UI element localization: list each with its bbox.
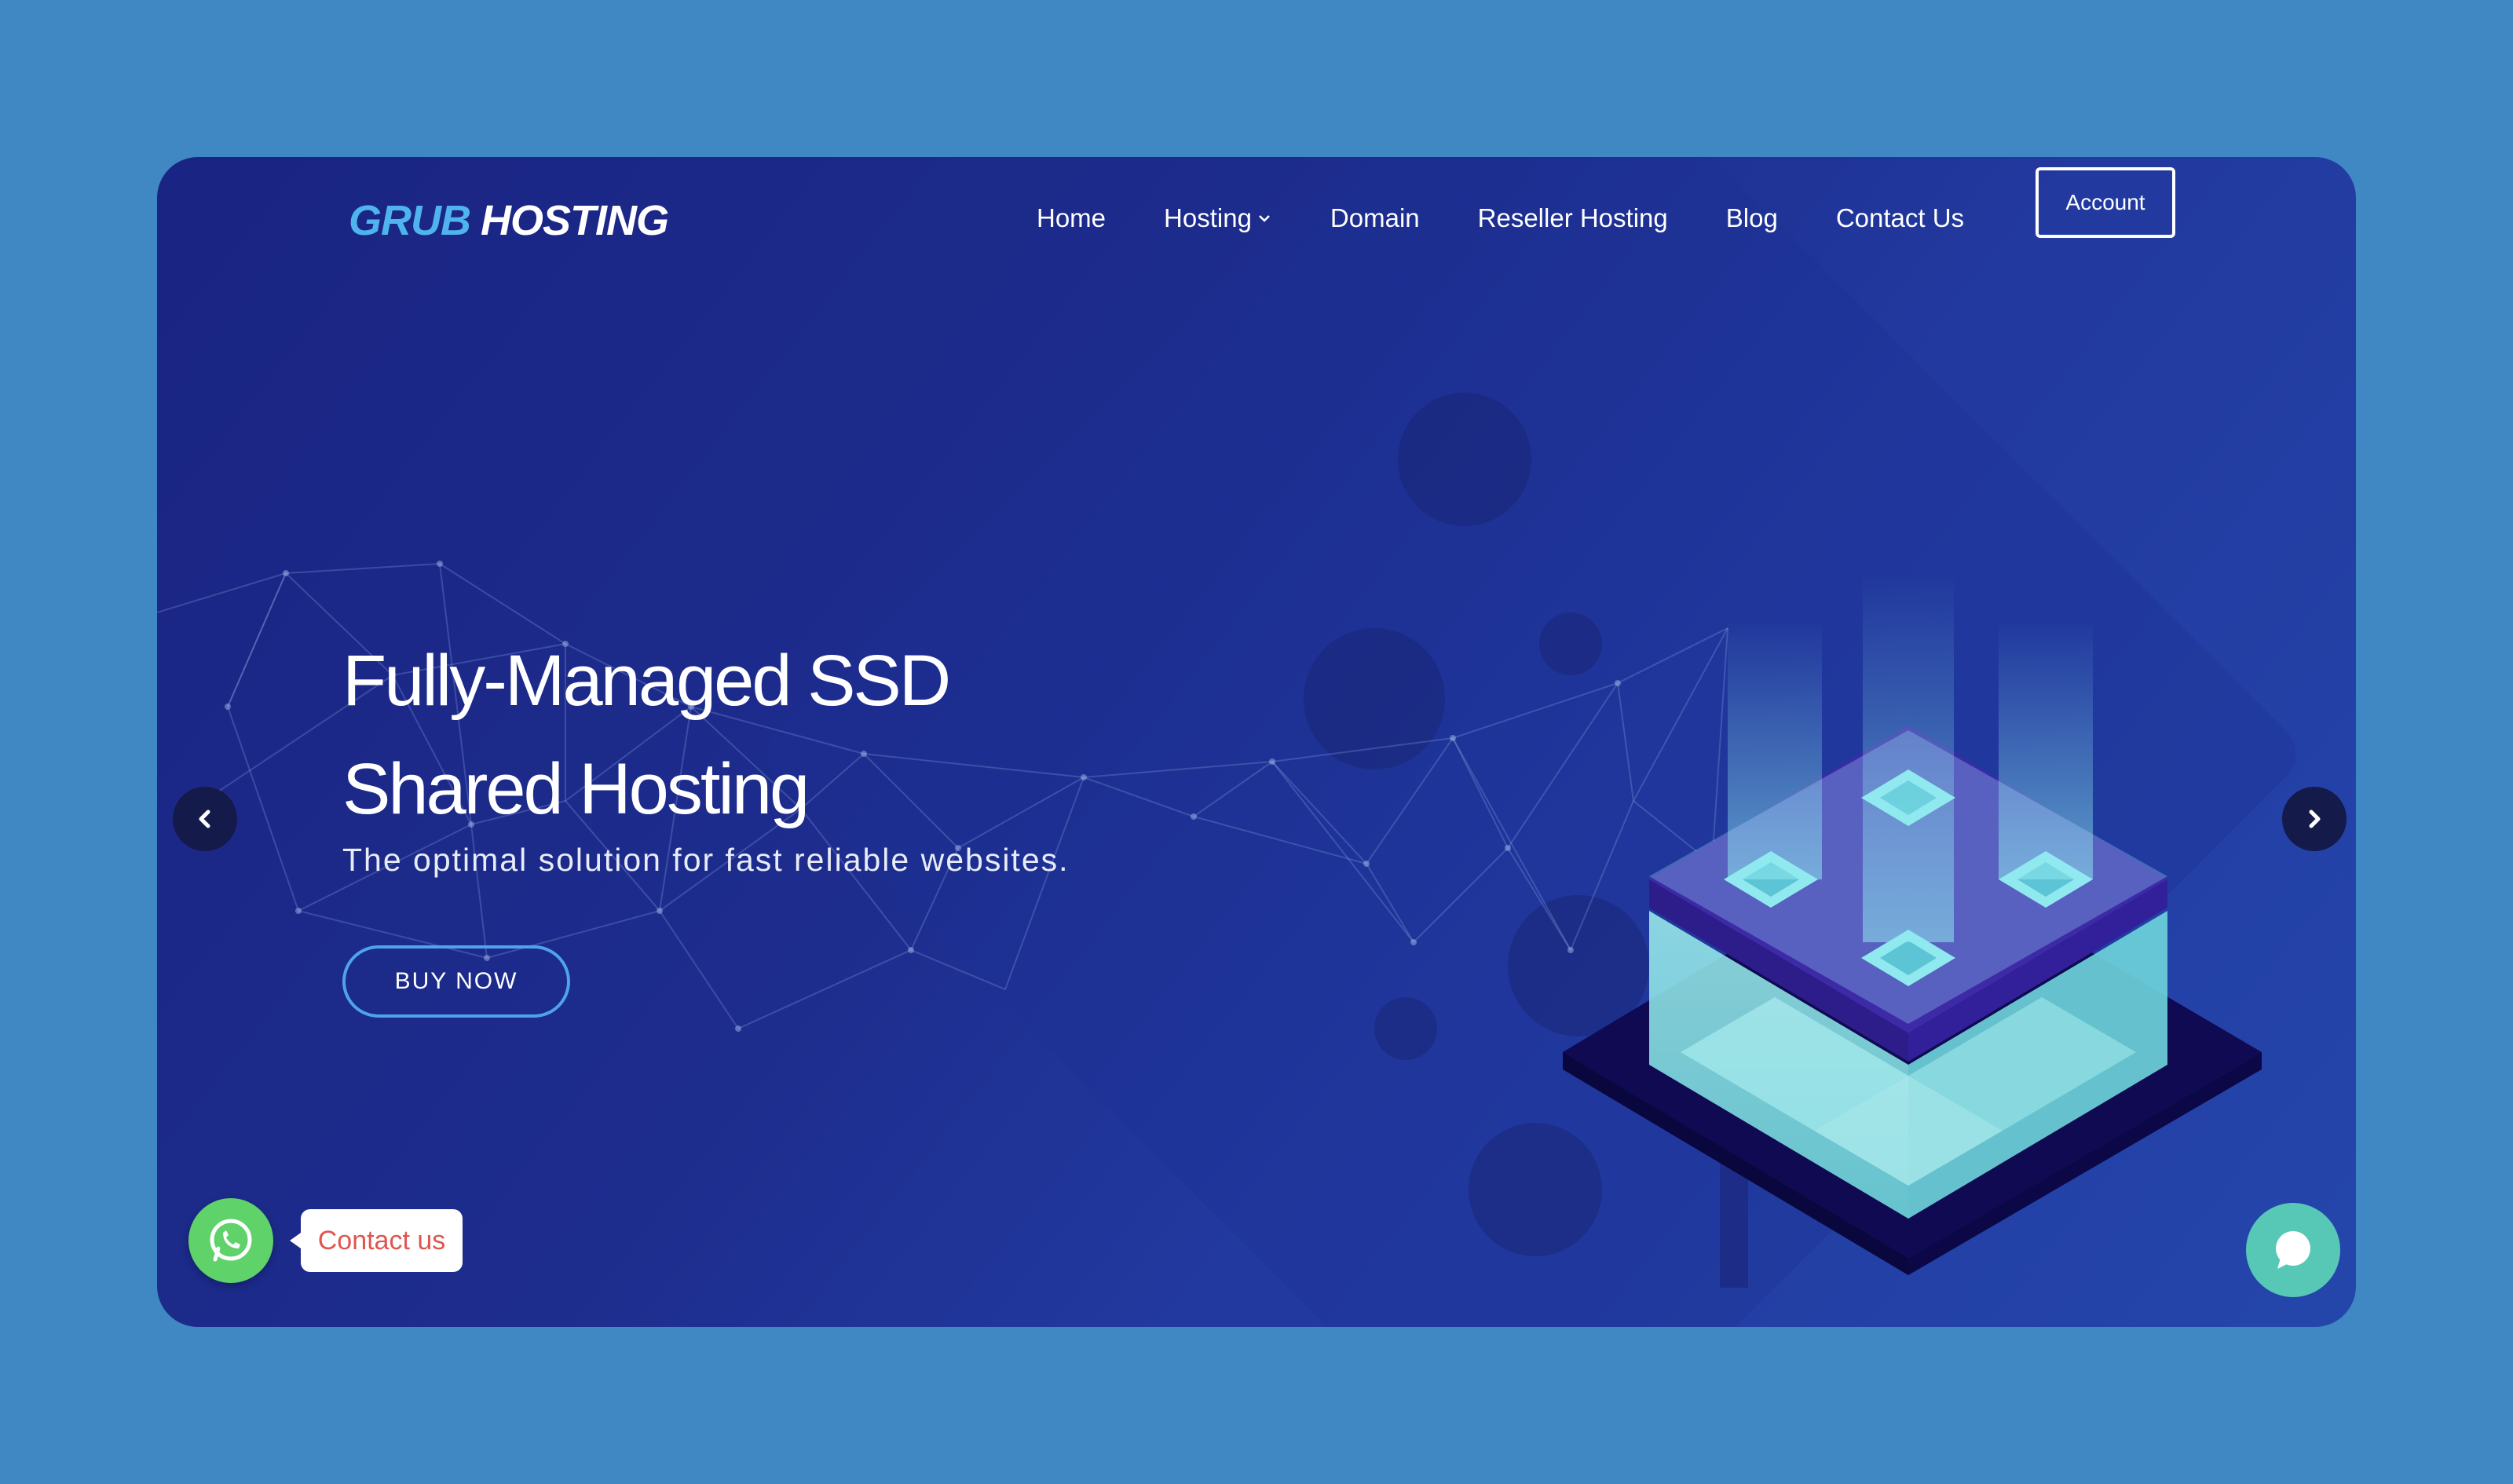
nav-reseller-label: Reseller Hosting [1477, 203, 1668, 232]
chevron-left-icon [199, 810, 210, 828]
server-illustration [1563, 573, 2262, 1288]
live-chat-button[interactable] [2246, 1203, 2340, 1297]
hero-title: Fully-Managed SSD Shared Hosting [342, 627, 1206, 843]
nav-domain[interactable]: Domain [1330, 203, 1420, 233]
nav-reseller-hosting[interactable]: Reseller Hosting [1478, 203, 1668, 233]
logo-wordmark: GRUB HOSTING [349, 197, 669, 244]
nav-blog-label: Blog [1725, 203, 1778, 232]
nav-contact-us[interactable]: Contact Us [1836, 203, 1964, 233]
nav-home-label: Home [1037, 203, 1107, 232]
site-logo[interactable]: GRUB HOSTING [349, 185, 702, 256]
svg-text:HOSTING: HOSTING [481, 197, 668, 244]
nav-hosting[interactable]: Hosting [1164, 203, 1272, 233]
nav-home[interactable]: Home [1037, 203, 1106, 233]
slider-prev-button[interactable] [173, 787, 237, 851]
buy-now-button[interactable]: BUY NOW [342, 945, 570, 1018]
nav-domain-label: Domain [1330, 203, 1420, 232]
whatsapp-icon [210, 1219, 252, 1262]
chevron-down-icon [1259, 215, 1270, 222]
whatsapp-contact-label: Contact us [317, 1225, 446, 1256]
nav-blog[interactable]: Blog [1726, 203, 1778, 233]
whatsapp-button[interactable] [188, 1198, 273, 1283]
chat-bubble-icon [2276, 1231, 2310, 1269]
bubble-tail [290, 1233, 301, 1248]
svg-text:GRUB: GRUB [349, 197, 470, 244]
hero-title-line1: Fully-Managed SSD [342, 641, 951, 721]
account-button[interactable]: Account [2036, 167, 2175, 238]
hero-subtitle: The optimal solution for fast reliable w… [342, 842, 1070, 878]
nav-contact-label: Contact Us [1835, 203, 1965, 232]
main-nav: Home Hosting Domain Reseller Hosting Blo… [1037, 184, 1964, 253]
hero-slider: GRUB HOSTING Home Hosting Domain Reselle… [157, 157, 2356, 1327]
hero-title-line2: Shared Hosting [342, 749, 810, 829]
nav-hosting-label: Hosting [1164, 203, 1252, 232]
whatsapp-contact-bubble[interactable]: Contact us [290, 1209, 463, 1272]
